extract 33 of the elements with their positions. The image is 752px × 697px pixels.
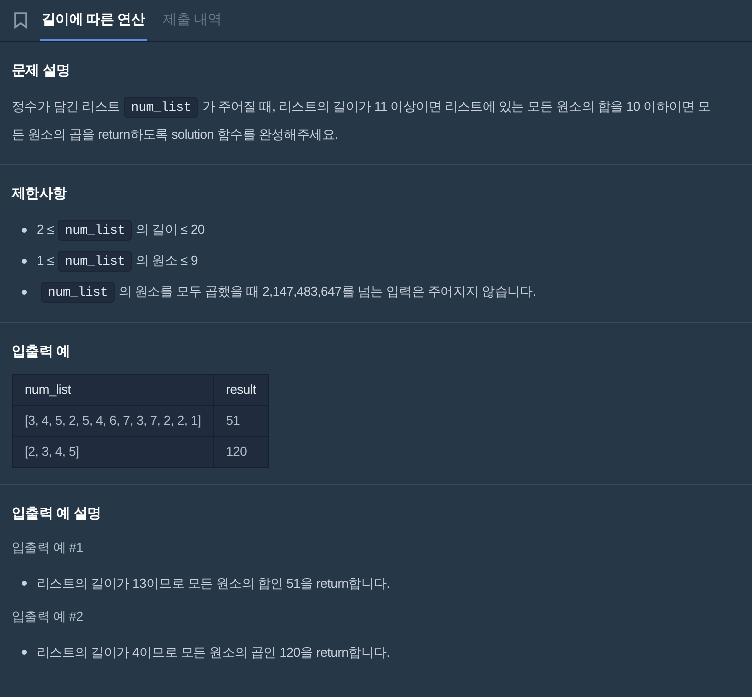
section-heading: 문제 설명 bbox=[12, 61, 72, 80]
body-text: 의 원소 ≤ 9 bbox=[136, 253, 198, 268]
code-chip: num_list bbox=[58, 220, 132, 241]
column-header: result bbox=[214, 374, 269, 406]
bullet-icon bbox=[22, 228, 27, 232]
body-text: 의 길이 ≤ 20 bbox=[136, 222, 205, 237]
body-text: 정수가 담긴 리스트 bbox=[12, 99, 120, 114]
section-heading: 입출력 예 설명 bbox=[12, 504, 102, 523]
table-cell: 51 bbox=[214, 406, 269, 436]
column-header: num_list bbox=[12, 374, 214, 406]
code-chip: num_list bbox=[124, 97, 198, 118]
body-text: 든 원소의 곱을 return하도록 solution 함수를 완성해주세요. bbox=[12, 127, 338, 142]
body-text: 의 원소를 모두 곱했을 때 2,147,483,647를 넘는 입력은 주어지지 않습니다. bbox=[119, 284, 536, 299]
bullet-icon bbox=[22, 581, 27, 586]
example-title: 입출력 예 #1 bbox=[12, 539, 84, 557]
table-cell: [2, 3, 4, 5] bbox=[12, 436, 214, 468]
body-text: 1 ≤ bbox=[37, 253, 54, 268]
body-text: 리스트의 길이가 4이므로 모든 원소의 곱인 120을 return합니다. bbox=[37, 645, 390, 660]
example-title: 입출력 예 #2 bbox=[12, 608, 84, 626]
body-text: 가 주어질 때, 리스트의 길이가 11 이상이면 리스트에 있는 모든 원소의 합을 10 이하이면 모 bbox=[202, 99, 710, 114]
tab[interactable]: 길이에 따른 연산 bbox=[40, 0, 148, 41]
code-chip: num_list bbox=[58, 251, 132, 272]
section-heading: 입출력 예 bbox=[12, 342, 72, 361]
table-cell: 120 bbox=[214, 436, 269, 468]
body-text: 2 ≤ bbox=[37, 222, 54, 237]
table-cell: [3, 4, 5, 2, 5, 4, 6, 7, 3, 7, 2, 2, 1] bbox=[12, 406, 214, 436]
bullet-icon bbox=[22, 650, 27, 655]
section-heading: 제한사항 bbox=[12, 184, 68, 203]
code-chip: num_list bbox=[41, 282, 116, 303]
bullet-icon bbox=[22, 258, 27, 264]
bullet-icon bbox=[22, 290, 27, 294]
bookmark-icon bbox=[14, 12, 28, 29]
body-text: 리스트의 길이가 13이므로 모든 원소의 합인 51을 return합니다. bbox=[37, 576, 390, 591]
